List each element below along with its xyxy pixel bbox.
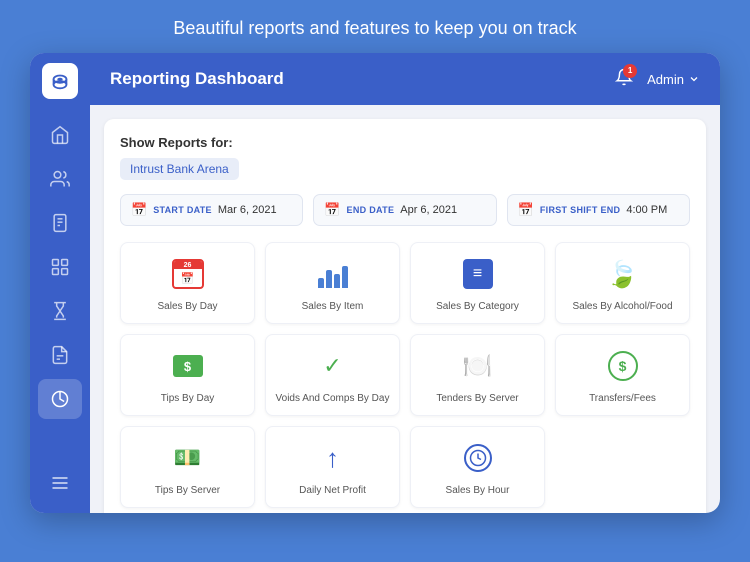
end-date-field[interactable]: 📅 END DATE Apr 6, 2021 [313,194,496,226]
tip-icon: 💵 [169,439,207,477]
sidebar-item-analytics[interactable] [38,379,82,419]
report-item-tenders-by-server[interactable]: 🍽️ Tenders By Server [410,334,545,416]
leaf-icon: 🍃 [604,255,642,293]
report-item-sales-by-item[interactable]: Sales By Item [265,242,400,324]
transfer-icon: $ [604,347,642,385]
header-right: 1 Admin [615,68,700,91]
show-reports-label: Show Reports for: [120,135,690,150]
arrow-icon: ↑ [314,439,352,477]
report-item-sales-by-hour[interactable]: Sales By Hour [410,426,545,508]
report-label-sales-by-hour: Sales By Hour [446,484,510,497]
category-icon: ≡ [459,255,497,293]
calendar-shift-icon: 📅 [518,202,534,218]
notification-bell[interactable]: 1 [615,68,633,91]
money-icon: $ [169,347,207,385]
report-label-transfers-fees: Transfers/Fees [589,392,656,405]
end-date-label: END DATE [347,205,395,215]
start-date-label: START DATE [153,205,212,215]
shift-end-label: FIRST SHIFT END [540,205,621,215]
server-icon: 🍽️ [459,347,497,385]
sidebar-menu-button[interactable] [38,463,82,503]
header-title: Reporting Dashboard [110,69,615,89]
sidebar-item-hourglass[interactable] [38,291,82,331]
bar-icon [314,255,352,293]
report-item-voids-and-comps[interactable]: ✓ Voids And Comps By Day [265,334,400,416]
calendar-start-icon: 📅 [131,202,147,218]
sidebar-item-settings[interactable] [38,247,82,287]
admin-dropdown[interactable]: Admin [647,72,700,87]
sidebar-item-clipboard[interactable] [38,203,82,243]
content-area: Show Reports for: Intrust Bank Arena 📅 S… [90,105,720,513]
sidebar [30,53,90,513]
report-item-tips-by-day[interactable]: $ Tips By Day [120,334,255,416]
reports-card: Show Reports for: Intrust Bank Arena 📅 S… [104,119,706,513]
report-label-sales-by-day: Sales By Day [157,300,217,313]
end-date-value: Apr 6, 2021 [400,204,457,216]
report-item-transfers-fees[interactable]: $ Transfers/Fees [555,334,690,416]
app-container: Reporting Dashboard 1 Admin [30,53,720,513]
reports-grid: 26📅 Sales By Day Sales By Item ≡ Sales B… [120,242,690,508]
sidebar-item-dashboard[interactable] [38,115,82,155]
report-item-daily-net-profit[interactable]: ↑ Daily Net Profit [265,426,400,508]
report-item-sales-by-day[interactable]: 26📅 Sales By Day [120,242,255,324]
report-item-tips-by-server[interactable]: 💵 Tips By Server [120,426,255,508]
report-item-sales-by-category[interactable]: ≡ Sales By Category [410,242,545,324]
venue-badge[interactable]: Intrust Bank Arena [120,158,239,180]
start-date-field[interactable]: 📅 START DATE Mar 6, 2021 [120,194,303,226]
main-content: Reporting Dashboard 1 Admin [90,53,720,513]
report-label-sales-by-category: Sales By Category [436,300,519,313]
app-header: Reporting Dashboard 1 Admin [90,53,720,105]
date-filters: 📅 START DATE Mar 6, 2021 📅 END DATE Apr … [120,194,690,226]
report-label-tips-by-day: Tips By Day [161,392,215,405]
sidebar-logo[interactable] [42,63,78,99]
sidebar-item-users[interactable] [38,159,82,199]
report-label-sales-by-alcohol: Sales By Alcohol/Food [572,300,672,313]
report-label-voids-and-comps: Voids And Comps By Day [276,392,390,405]
report-label-sales-by-item: Sales By Item [302,300,364,313]
check-icon: ✓ [314,347,352,385]
report-label-daily-net-profit: Daily Net Profit [299,484,366,497]
clock-icon [459,439,497,477]
notification-badge: 1 [623,64,637,78]
sidebar-item-document[interactable] [38,335,82,375]
start-date-value: Mar 6, 2021 [218,204,277,216]
shift-end-value: 4:00 PM [626,204,667,216]
calendar-icon: 26📅 [169,255,207,293]
report-item-sales-by-alcohol[interactable]: 🍃 Sales By Alcohol/Food [555,242,690,324]
page-top-title: Beautiful reports and features to keep y… [153,0,596,53]
calendar-end-icon: 📅 [324,202,340,218]
admin-label: Admin [647,72,684,87]
shift-end-field[interactable]: 📅 FIRST SHIFT END 4:00 PM [507,194,690,226]
report-label-tips-by-server: Tips By Server [155,484,220,497]
report-label-tenders-by-server: Tenders By Server [436,392,518,405]
